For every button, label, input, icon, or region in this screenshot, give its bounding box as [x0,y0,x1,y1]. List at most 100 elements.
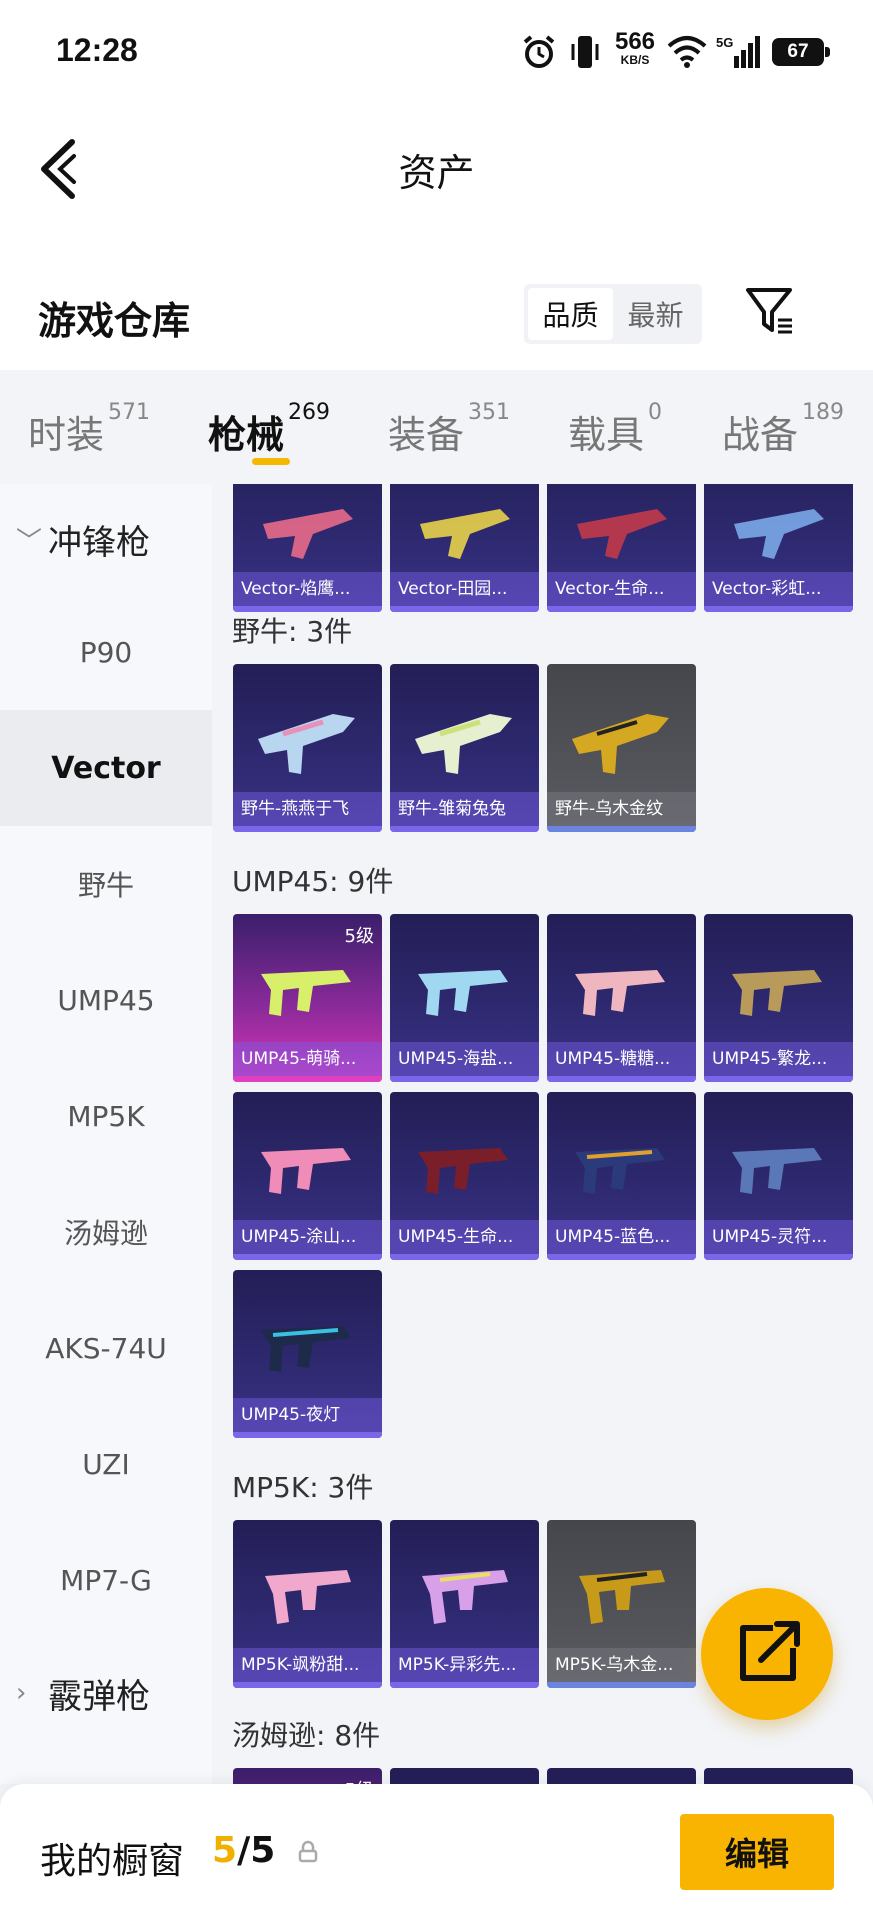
showcase-count: 5/5 [212,1830,275,1871]
chevron-down-icon: ﹀ [16,526,43,557]
skin-name: 野牛-雏菊兔兔 [390,792,539,826]
smg-skin-image [732,970,822,1016]
skin-name: UMP45-夜灯 [233,1398,382,1432]
smg-skin-image [579,1570,665,1624]
skin-card[interactable] [547,1768,696,1784]
skin-name: MP5K-异彩先... [390,1648,539,1682]
rarity-strip [233,1682,382,1688]
skin-card[interactable]: 5级 UMP45-萌骑... [233,914,382,1082]
skin-card[interactable] [704,1768,853,1784]
rarity-strip [390,1076,539,1082]
tab-count: 269 [288,400,331,425]
tab-equipment[interactable]: 装备 351 [388,400,510,459]
skin-name: UMP45-萌骑... [233,1042,382,1076]
smg-skin-image [265,1570,351,1624]
sidebar-group-label: 冲锋枪 [48,522,150,563]
tab-fashion[interactable]: 时装 571 [28,400,150,459]
showcase-label: 我的橱窗 [40,1841,185,1882]
lock-icon [298,1840,318,1863]
alarm-icon [523,35,555,68]
skin-card[interactable]: UMP45-生命... [390,1092,539,1260]
sidebar-item-aks74u[interactable]: AKS-74U [0,1290,212,1406]
skin-name: Vector-田园... [390,572,539,606]
rarity-strip [233,1254,382,1260]
skin-card[interactable]: MP5K-飒粉甜... [233,1520,382,1688]
category-tabs: 时装 571 枪械 269 装备 351 载具 0 战备 189 [0,370,873,484]
sidebar-group-shotgun[interactable]: › 霰弹枪 [0,1638,212,1748]
skin-card[interactable]: UMP45-涂山... [233,1092,382,1260]
skin-card[interactable]: 野牛-雏菊兔兔 [390,664,539,832]
skin-card[interactable] [390,1768,539,1784]
filter-icon[interactable] [744,284,796,336]
signal-icon: 5G [716,35,760,68]
tab-firearms[interactable]: 枪械 269 [208,400,330,459]
skin-card[interactable]: 野牛-乌木金纹 [547,664,696,832]
warehouse-header: 游戏仓库 品质 最新 [0,248,873,370]
sidebar-group-smg[interactable]: ﹀ 冲锋枪 [0,484,212,594]
skin-card[interactable]: 野牛-燕燕于飞 [233,664,382,832]
skin-card[interactable]: UMP45-蓝色... [547,1092,696,1260]
sort-toggle: 品质 最新 [524,284,702,344]
tab-label: 战备 [722,413,799,457]
share-icon[interactable] [701,1588,833,1720]
tab-vehicles[interactable]: 载具 0 [568,400,662,459]
sidebar-item-p90[interactable]: P90 [0,594,212,710]
net-speed-unit: KB/S [620,53,650,67]
active-tab-indicator [252,458,290,465]
skin-card[interactable]: UMP45-夜灯 [233,1270,382,1438]
sidebar-item-mp5k[interactable]: MP5K [0,1058,212,1174]
smg-skin-image [261,1148,351,1194]
nav-bar: 资产 [0,104,873,248]
rarity-strip [390,1254,539,1260]
smg-skin-image [422,1570,508,1624]
skin-name: UMP45-生命... [390,1220,539,1254]
tab-label: 装备 [388,413,465,457]
skin-card[interactable]: 5级 [233,1768,382,1784]
sidebar-item-uzi[interactable]: UZI [0,1406,212,1522]
sidebar-item-ump45[interactable]: UMP45 [0,942,212,1058]
tab-count: 351 [468,400,511,425]
skin-name: UMP45-繁龙... [704,1042,853,1076]
skin-card[interactable]: UMP45-糖糖... [547,914,696,1082]
rarity-strip [547,606,696,612]
vibrate-icon [571,36,599,68]
smg-skin-image [577,509,667,559]
showcase-current: 5 [212,1830,238,1871]
skin-name: Vector-焰鹰... [233,572,382,606]
tab-label: 载具 [568,413,645,457]
rarity-strip [704,606,853,612]
tab-supplies[interactable]: 战备 189 [722,400,844,459]
sidebar-item-thompson[interactable]: 汤姆逊 [0,1174,212,1290]
sidebar-item-bison[interactable]: 野牛 [0,826,212,942]
skin-name: UMP45-灵符... [704,1220,853,1254]
smg-skin-image [418,1148,508,1194]
skin-name: UMP45-蓝色... [547,1220,696,1254]
sort-option-quality[interactable]: 品质 [528,288,613,340]
skin-card[interactable]: UMP45-灵符... [704,1092,853,1260]
smg-skin-image [575,970,665,1016]
sidebar-item-mp7g[interactable]: MP7-G [0,1522,212,1638]
skin-card[interactable]: Vector-田园... [390,484,539,612]
skin-card[interactable]: UMP45-繁龙... [704,914,853,1082]
sort-option-newest[interactable]: 最新 [613,288,698,340]
skin-card[interactable]: MP5K-乌木金... [547,1520,696,1688]
section-title-thompson: 汤姆逊: 8件 [232,1719,381,1752]
network-type-label: 5G [716,35,733,50]
skin-card[interactable]: Vector-生命... [547,484,696,612]
skin-name: 野牛-乌木金纹 [547,792,696,826]
warehouse-title: 游戏仓库 [38,299,191,343]
skin-card[interactable]: MP5K-异彩先... [390,1520,539,1688]
skin-card[interactable]: Vector-焰鹰... [233,484,382,612]
skin-card[interactable]: UMP45-海盐... [390,914,539,1082]
weapon-type-sidebar: ﹀ 冲锋枪 P90 Vector 野牛 UMP45 MP5K 汤姆逊 AKS-7… [0,484,212,1784]
skin-name: UMP45-涂山... [233,1220,382,1254]
skin-card[interactable]: Vector-彩虹... [704,484,853,612]
battery-icon: 67 [772,38,830,66]
sidebar-item-vector[interactable]: Vector [0,710,212,826]
rarity-strip [233,1432,382,1438]
tab-count: 189 [802,400,845,425]
skin-name: MP5K-乌木金... [547,1648,696,1682]
clock: 12:28 [56,32,138,68]
smg-skin-image [575,1148,665,1194]
edit-button[interactable]: 编辑 [680,1814,834,1890]
